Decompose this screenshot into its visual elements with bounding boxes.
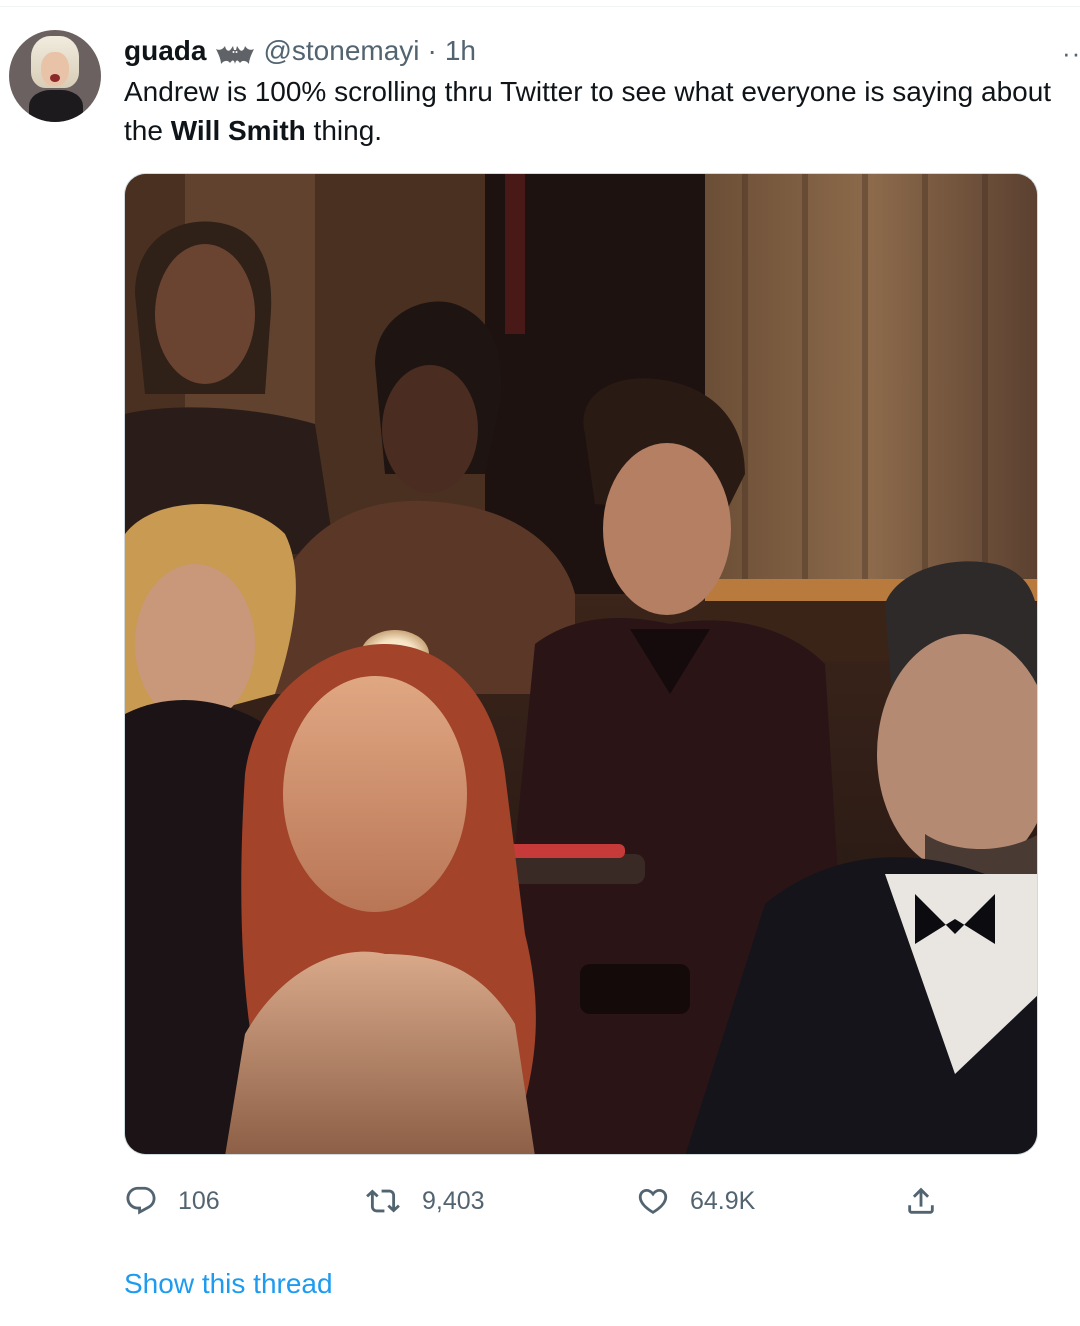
heart-icon xyxy=(638,1188,668,1214)
tweet-text-suffix: thing. xyxy=(305,115,383,146)
retweet-icon xyxy=(366,1189,400,1213)
photo-illustration xyxy=(125,174,1037,1154)
like-action[interactable]: 64.9K xyxy=(636,1176,755,1226)
reply-action[interactable]: 106 xyxy=(124,1176,220,1226)
bat-emoji-icon xyxy=(215,40,255,64)
user-handle[interactable]: @stonemayi xyxy=(263,35,419,67)
tweet-text-prefix: the xyxy=(124,115,171,146)
separator-dot: · xyxy=(427,35,437,66)
more-options-icon[interactable]: ·· xyxy=(1062,38,1080,69)
tweet-text: Andrew is 100% scrolling thru Twitter to… xyxy=(124,72,1080,150)
tweet-header: guada @stonemayi · 1h xyxy=(124,32,476,70)
tweet-text-line-1: Andrew is 100% scrolling thru Twitter to… xyxy=(124,76,1052,107)
avatar-mouth-shape xyxy=(50,74,60,82)
display-name[interactable]: guada xyxy=(124,35,206,67)
retweet-count: 9,403 xyxy=(422,1186,485,1215)
timestamp[interactable]: 1h xyxy=(445,35,476,67)
reply-count: 106 xyxy=(178,1186,220,1215)
show-thread-link[interactable]: Show this thread xyxy=(124,1268,333,1300)
retweet-action[interactable]: 9,403 xyxy=(364,1176,485,1226)
avatar[interactable] xyxy=(9,30,101,122)
reply-icon xyxy=(126,1186,156,1215)
top-divider xyxy=(0,6,1080,7)
tweet-photo[interactable] xyxy=(124,173,1038,1155)
tweet-text-line-2: the Will Smith thing. xyxy=(124,111,1080,150)
like-count: 64.9K xyxy=(690,1186,756,1215)
share-action[interactable] xyxy=(904,1176,938,1226)
tweet-actions: 106 9,403 64.9K xyxy=(124,1176,954,1226)
tweet-text-bold: Will Smith xyxy=(170,115,306,146)
avatar-body-shape xyxy=(29,90,83,122)
share-icon xyxy=(908,1187,934,1214)
